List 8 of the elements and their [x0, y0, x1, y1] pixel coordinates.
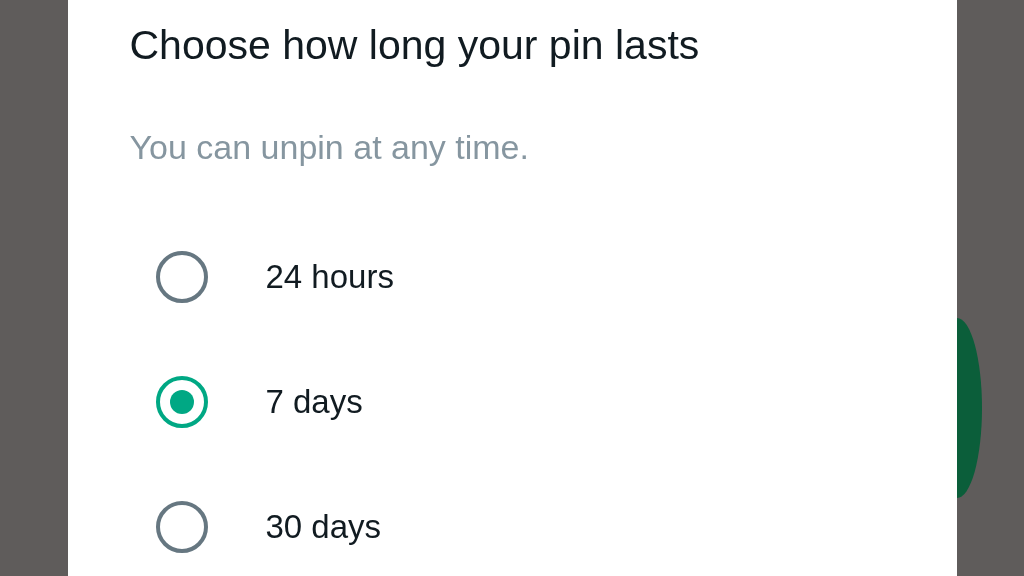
option-label: 30 days: [265, 508, 382, 546]
radio-button[interactable]: [155, 376, 208, 428]
option-label: 7 days: [265, 383, 363, 421]
radio-button[interactable]: [155, 251, 208, 303]
dialog-title: Choose how long your pin lasts: [129, 21, 701, 70]
dialog-subtitle: You can unpin at any time.: [129, 127, 530, 168]
radio-button[interactable]: [155, 501, 208, 553]
option-label: 24 hours: [265, 258, 394, 296]
